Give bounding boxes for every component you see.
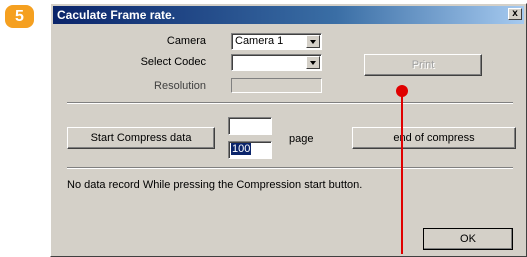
callout-dot (396, 85, 408, 97)
end-compress-button[interactable]: end of compress (352, 127, 516, 149)
page-from-input[interactable] (228, 117, 272, 135)
print-button[interactable]: Print (364, 54, 482, 76)
camera-select[interactable]: Camera 1 (231, 33, 322, 50)
dialog-title: Caculate Frame rate. (57, 8, 176, 22)
codec-label: Select Codec (140, 56, 206, 68)
page-label: page (289, 133, 314, 145)
separator-top (67, 102, 513, 104)
resolution-field (231, 78, 322, 93)
ok-button[interactable]: OK (423, 228, 513, 250)
step-number-badge: 5 (5, 5, 34, 28)
close-button[interactable]: x (508, 8, 522, 20)
page-to-value: 100 (231, 143, 252, 155)
resolution-label: Resolution (154, 80, 206, 92)
callout-line (401, 91, 403, 254)
frame-rate-dialog: Caculate Frame rate. x Camera Camera 1 S… (50, 3, 527, 257)
page-to-input[interactable]: 100 (228, 141, 272, 159)
camera-label: Camera (166, 35, 206, 47)
start-compress-button[interactable]: Start Compress data (67, 127, 215, 149)
chevron-down-icon[interactable] (306, 56, 320, 69)
status-message: No data record While pressing the Compre… (67, 179, 363, 191)
separator-bottom (67, 167, 513, 169)
title-bar[interactable]: Caculate Frame rate. x (53, 6, 524, 24)
chevron-down-icon[interactable] (306, 35, 320, 48)
camera-select-value: Camera 1 (235, 35, 284, 47)
codec-select[interactable] (231, 54, 322, 71)
